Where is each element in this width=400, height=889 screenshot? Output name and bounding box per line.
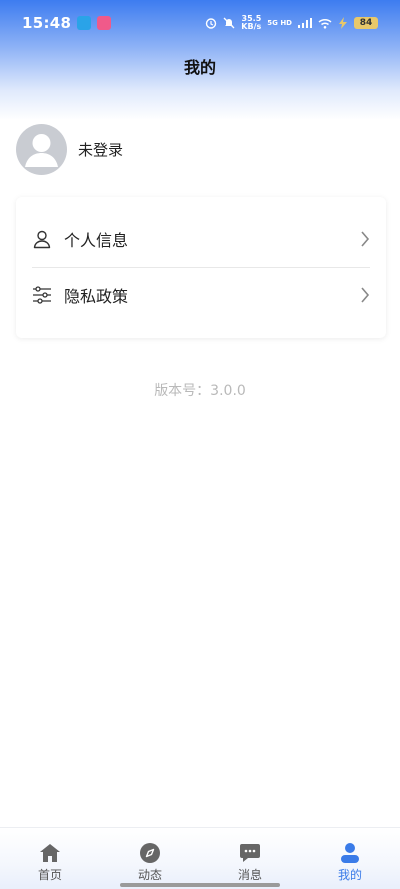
app-notification-icon <box>77 16 92 30</box>
page-title: 我的 <box>183 58 216 77</box>
tab-label: 消息 <box>237 868 262 882</box>
status-right: 35.5 KB/s 5G HD 84 <box>205 15 378 31</box>
profile-icon <box>339 842 361 864</box>
status-time: 15:48 <box>22 14 72 32</box>
login-status[interactable]: 未登录 <box>78 139 123 160</box>
tab-label: 动态 <box>137 868 162 882</box>
chevron-right-icon <box>358 286 372 304</box>
tab-messages[interactable]: 消息 <box>200 828 300 889</box>
alarm-icon <box>206 18 217 29</box>
menu-card: 个人信息 隐私政策 <box>16 197 386 338</box>
menu-item-label: 个人信息 <box>64 231 129 250</box>
tab-profile[interactable]: 我的 <box>300 828 400 889</box>
battery-indicator: 84 <box>354 17 378 29</box>
chevron-right-icon <box>358 230 372 248</box>
chat-icon <box>239 842 261 864</box>
bottom-tabbar: 首页 动态 消息 我的 <box>0 827 400 889</box>
version-text: 版本号：3.0.0 <box>154 383 246 399</box>
signal-icon <box>298 18 312 28</box>
status-bar: 15:48 35.5 KB/s 5G HD 84 <box>0 0 400 46</box>
status-left: 15:48 <box>22 14 112 32</box>
profile-section[interactable]: 未登录 <box>16 124 123 175</box>
tab-activity[interactable]: 动态 <box>100 828 200 889</box>
wifi-icon <box>318 18 332 29</box>
compass-icon <box>139 842 161 864</box>
network-type: 5G HD <box>267 19 292 27</box>
avatar-placeholder-icon[interactable] <box>16 124 67 175</box>
user-icon <box>32 229 52 249</box>
menu-item-label: 隐私政策 <box>64 287 129 306</box>
tab-label: 首页 <box>37 868 62 882</box>
home-icon <box>39 842 61 864</box>
charging-icon <box>339 17 347 29</box>
sliders-icon <box>32 285 52 305</box>
home-indicator[interactable] <box>120 883 280 887</box>
net-speed-unit: KB/s <box>241 22 262 31</box>
net-speed: 35.5 KB/s <box>241 15 261 31</box>
menu-item-privacy-policy[interactable]: 隐私政策 <box>32 268 372 322</box>
menu-item-personal-info[interactable]: 个人信息 <box>32 212 372 266</box>
tab-home[interactable]: 首页 <box>0 828 100 889</box>
app-notification-icon <box>97 16 112 30</box>
mute-icon <box>223 17 235 29</box>
tab-label: 我的 <box>337 868 362 882</box>
